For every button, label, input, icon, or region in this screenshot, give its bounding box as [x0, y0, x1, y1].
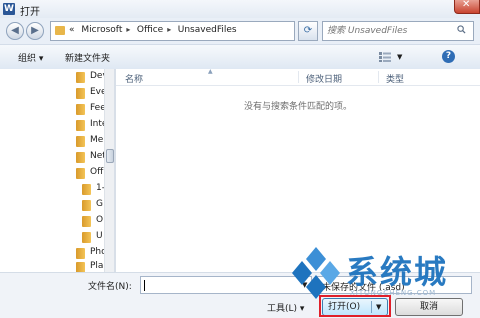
address-bar[interactable]: « Microsoft▸ Office▸ UnsavedFiles ▼ — [50, 21, 341, 41]
folder-icon — [76, 72, 85, 83]
view-dropdown-arrow[interactable]: ▼ — [397, 53, 402, 61]
refresh-button[interactable]: ⟳ — [298, 21, 318, 41]
arrow-left-icon: ◀ — [11, 25, 19, 36]
folder-icon — [55, 26, 65, 35]
column-divider[interactable] — [298, 71, 299, 83]
folder-icon — [76, 136, 85, 147]
file-list[interactable]: 名称 ▲ 修改日期 类型 没有与搜索条件匹配的项。 — [116, 68, 480, 272]
chevron-right-icon[interactable]: ▸ — [167, 25, 174, 34]
folder-icon — [82, 232, 91, 243]
navpane-scrollbar[interactable] — [104, 69, 114, 272]
search-box[interactable] — [322, 21, 474, 41]
folder-icon — [76, 168, 85, 179]
open-file-dialog: W 打开 ✕ ◀ ▶ « Microsoft ▸ Office ▸ UnsavedF… — [0, 0, 480, 318]
file-type-value: 未保存的文件 (.asd) — [322, 283, 405, 293]
column-header-date-modified[interactable]: 修改日期 — [306, 72, 342, 85]
folder-icon — [76, 88, 85, 99]
folder-icon — [76, 104, 85, 115]
folder-icon — [82, 216, 91, 227]
highlight-box — [319, 295, 391, 317]
filename-field[interactable] — [140, 276, 312, 294]
folder-icon — [76, 262, 85, 272]
scrollbar-thumb[interactable] — [106, 149, 114, 163]
new-folder-button[interactable]: 新建文件夹 — [65, 51, 110, 64]
filename-label: 文件名(N): — [88, 282, 132, 292]
folder-icon — [76, 152, 85, 163]
view-options-icon[interactable] — [379, 52, 391, 62]
cancel-button[interactable]: 取消 — [395, 298, 463, 316]
address-row: ◀ ▶ « Microsoft▸ Office▸ UnsavedFiles ▼ … — [0, 18, 480, 44]
help-icon[interactable]: ? — [442, 50, 455, 63]
column-divider[interactable] — [378, 71, 379, 83]
title-bar[interactable]: W 打开 ✕ — [0, 0, 480, 19]
breadcrumb: « Microsoft ▸ Office ▸ UnsavedFiles — [69, 25, 241, 35]
word-app-icon: W — [3, 3, 15, 15]
close-icon: ✕ — [462, 0, 471, 10]
bottom-bar: 文件名(N): ▼ 未保存的文件 (.asd) 工具(L) ▾ 打开(O) ▼ … — [0, 272, 480, 318]
chevron-right-icon[interactable]: ▸ — [126, 25, 133, 34]
text-caret — [144, 280, 145, 291]
folder-icon — [76, 120, 85, 131]
search-input[interactable] — [327, 24, 452, 38]
refresh-icon: ⟳ — [303, 25, 313, 36]
folder-icon — [82, 184, 91, 195]
back-button[interactable]: ◀ — [6, 22, 24, 40]
forward-button[interactable]: ▶ — [26, 22, 44, 40]
column-header-type[interactable]: 类型 — [386, 72, 404, 85]
column-header-row: 名称 ▲ 修改日期 类型 — [116, 68, 480, 86]
breadcrumb-overflow[interactable]: « — [69, 25, 75, 35]
breadcrumb-item-microsoft[interactable]: Microsoft — [81, 25, 122, 35]
folder-icon — [76, 248, 85, 259]
arrow-right-icon: ▶ — [31, 25, 39, 36]
breadcrumb-item-office[interactable]: Office — [137, 25, 163, 35]
sort-caret-icon: ▲ — [208, 68, 213, 75]
column-header-name[interactable]: 名称 — [125, 72, 143, 85]
window-title: 打开 — [20, 7, 40, 18]
organize-button[interactable]: 组织 ▾ — [18, 51, 43, 64]
breadcrumb-item-unsavedfiles[interactable]: UnsavedFiles — [178, 25, 237, 35]
filename-history-dropdown[interactable]: ▼ — [302, 281, 307, 289]
empty-results-message: 没有与搜索条件匹配的项。 — [243, 102, 352, 112]
tools-button[interactable]: 工具(L) ▾ — [267, 301, 304, 314]
navigation-pane: Dev Eve Fee Inte Me Net Off 1- G O U Pho… — [0, 69, 114, 272]
folder-icon — [82, 200, 91, 211]
search-icon[interactable] — [457, 25, 466, 34]
file-type-select[interactable]: 未保存的文件 (.asd) — [317, 276, 472, 294]
command-toolbar: 组织 ▾ 新建文件夹 ▼ ? — [0, 44, 480, 70]
close-window-button[interactable]: ✕ — [454, 0, 480, 14]
